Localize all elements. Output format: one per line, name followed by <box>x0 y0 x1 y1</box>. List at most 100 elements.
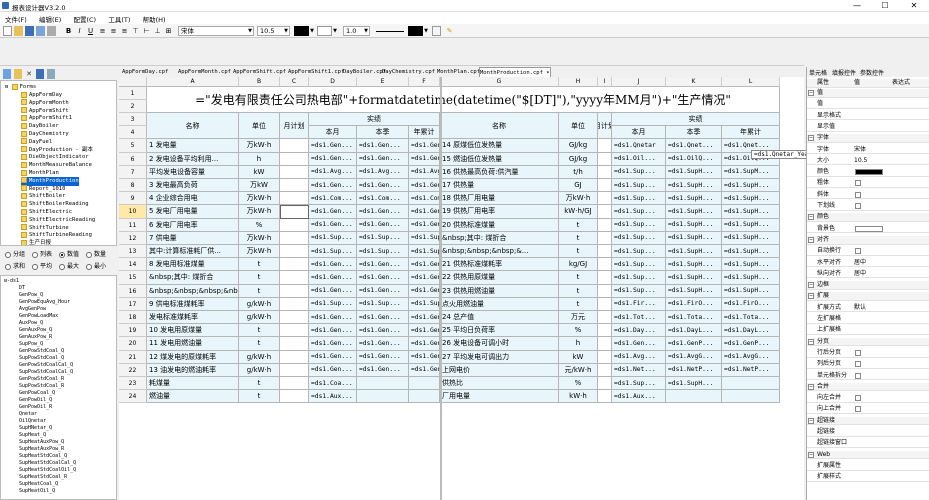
data-cell[interactable]: =ds1.Sup... <box>612 231 666 245</box>
data-cell[interactable]: t <box>559 231 598 245</box>
data-cell[interactable]: =ds1.GenP... <box>722 337 780 351</box>
data-cell[interactable]: h <box>559 337 598 351</box>
data-cell[interactable]: 26 发电设备可调小时 <box>440 337 559 351</box>
column-header[interactable]: D <box>309 77 357 87</box>
data-cell[interactable]: =ds1.SupH... <box>722 179 780 193</box>
data-cell[interactable]: =ds1.SupH... <box>666 284 722 298</box>
merge-icon[interactable]: ⊞ <box>164 26 173 36</box>
tab-param-control[interactable]: 参数控件 <box>860 68 884 77</box>
data-cell[interactable] <box>598 311 612 325</box>
row-header[interactable]: 9 <box>119 192 147 206</box>
data-cell[interactable] <box>280 258 309 272</box>
data-cell[interactable] <box>722 390 780 404</box>
data-cell[interactable] <box>280 337 309 351</box>
data-cell[interactable]: =ds1.Oil... <box>612 152 666 166</box>
collapse-icon[interactable]: − <box>808 90 814 96</box>
align-bottom-icon[interactable]: ⊥ <box>153 26 162 36</box>
data-cell[interactable]: =ds1.SupH... <box>666 245 722 259</box>
collapse-icon[interactable]: − <box>808 338 814 345</box>
data-cell[interactable]: =ds1.NetP... <box>666 363 722 377</box>
data-cell[interactable]: =ds1.Gen... <box>357 258 409 272</box>
data-cell[interactable]: =ds1.Sup... <box>612 165 666 179</box>
column-header[interactable]: H <box>559 77 598 87</box>
open-icon[interactable] <box>14 26 23 36</box>
data-cell[interactable]: 耗煤量 <box>147 377 239 391</box>
data-cell[interactable]: =ds1.SupH... <box>666 231 722 245</box>
file-tab[interactable]: MonthProduction.cpf ▾ <box>479 67 551 77</box>
collapse-icon[interactable]: − <box>808 236 814 243</box>
row-header[interactable]: 19 <box>119 324 147 338</box>
property-row[interactable]: 值 <box>807 100 929 109</box>
data-cell[interactable]: =ds1.Fir... <box>612 297 666 311</box>
file-tab[interactable]: AppFormShift.cpf <box>233 67 286 77</box>
property-row[interactable]: − Web <box>807 450 929 460</box>
field-item[interactable]: SupPow_Q <box>19 341 43 347</box>
text-color-swatch[interactable] <box>294 26 309 36</box>
data-cell[interactable]: g/kW·h <box>239 311 280 325</box>
file-tab[interactable]: MonthPlan.cpf <box>437 67 480 77</box>
collapse-icon[interactable]: − <box>808 282 814 289</box>
data-cell[interactable] <box>598 139 612 153</box>
data-cell[interactable]: &nbsp;其中: 煤折合 <box>147 271 239 285</box>
data-cell[interactable]: =ds1.SupH... <box>666 165 722 179</box>
data-cell[interactable]: =ds1.Gen... <box>409 271 440 285</box>
data-cell[interactable]: 元/kW·h <box>559 363 598 377</box>
data-cell[interactable] <box>598 337 612 351</box>
chevron-down-icon[interactable]: ▼ <box>423 26 429 36</box>
property-value[interactable]: 宋体 <box>854 146 866 154</box>
property-row[interactable]: − 对齐 <box>807 235 929 245</box>
data-cell[interactable]: % <box>559 324 598 338</box>
row-header[interactable]: 2 <box>119 100 147 113</box>
line-color-swatch[interactable] <box>408 26 423 36</box>
column-header[interactable]: I <box>598 77 612 87</box>
property-row[interactable]: 超链接 <box>807 428 929 437</box>
data-cell[interactable]: =ds1.Gen... <box>409 205 440 219</box>
data-cell[interactable] <box>280 165 309 179</box>
data-cell[interactable]: 4 企业综合用电 <box>147 192 239 206</box>
radio-option[interactable]: 最小 <box>86 262 106 272</box>
property-row[interactable]: 扩展属性 <box>807 462 929 471</box>
close-button[interactable]: ✕ <box>900 0 928 12</box>
data-cell[interactable]: kg/GJ <box>559 258 598 272</box>
data-cell[interactable]: =ds1.Sup... <box>612 192 666 206</box>
data-cell[interactable]: t <box>239 337 280 351</box>
checkbox[interactable] <box>855 395 861 402</box>
print-icon[interactable] <box>47 26 56 36</box>
row-header[interactable]: 23 <box>119 377 147 391</box>
data-cell[interactable]: 点火用燃油量 <box>440 297 559 311</box>
data-cell[interactable]: =ds1.Gen... <box>409 179 440 193</box>
data-cell[interactable]: 27 平均发电可调出力 <box>440 350 559 364</box>
field-item[interactable]: AvgGenPow <box>19 306 46 312</box>
data-cell[interactable] <box>280 350 309 364</box>
file-tab[interactable]: AppFormMonth.cpf <box>178 67 231 77</box>
data-cell[interactable]: =ds1.Avg... <box>612 350 666 364</box>
data-cell[interactable]: 上网电价 <box>440 363 559 377</box>
color-swatch[interactable] <box>855 169 883 176</box>
file-tab[interactable]: DayBoiler.cpf <box>343 67 386 77</box>
field-item[interactable]: SupPowStdCoalCal_Q <box>19 369 73 375</box>
collapse-icon[interactable]: − <box>808 383 814 390</box>
field-item[interactable]: SupHNetar_Q <box>19 425 52 431</box>
data-cell[interactable]: =ds1.SupH... <box>722 231 780 245</box>
property-row[interactable]: 单元格拆分 <box>807 372 929 381</box>
underline-icon[interactable]: U <box>86 26 95 36</box>
data-cell[interactable]: =ds1.SupH... <box>666 377 722 391</box>
data-cell[interactable]: =ds1.SupH... <box>666 205 722 219</box>
radio-option[interactable]: 数值 <box>59 250 79 260</box>
data-cell[interactable]: =ds1.Gen... <box>357 337 409 351</box>
collapse-icon[interactable]: − <box>808 214 814 221</box>
data-cell[interactable]: =ds1.Aux... <box>612 390 666 404</box>
data-cell[interactable]: t <box>239 390 280 404</box>
field-item[interactable]: SupHeatOil_Q <box>19 488 55 494</box>
data-cell[interactable]: =ds1.SupH... <box>666 192 722 206</box>
data-cell[interactable]: =ds1.Sup... <box>612 258 666 272</box>
data-cell[interactable]: 供热比 <box>440 377 559 391</box>
data-cell[interactable]: 1 发电量 <box>147 139 239 153</box>
header-cell[interactable]: 名称 <box>147 113 239 140</box>
align-left-icon[interactable]: ≡ <box>98 26 107 36</box>
property-row[interactable]: 向上合并 <box>807 405 929 415</box>
field-item[interactable]: AuxPow_Q <box>19 320 43 326</box>
data-cell[interactable]: kW <box>559 350 598 364</box>
data-cell[interactable]: 15 燃油低位发热量 <box>440 152 559 166</box>
checkbox[interactable] <box>855 203 861 209</box>
